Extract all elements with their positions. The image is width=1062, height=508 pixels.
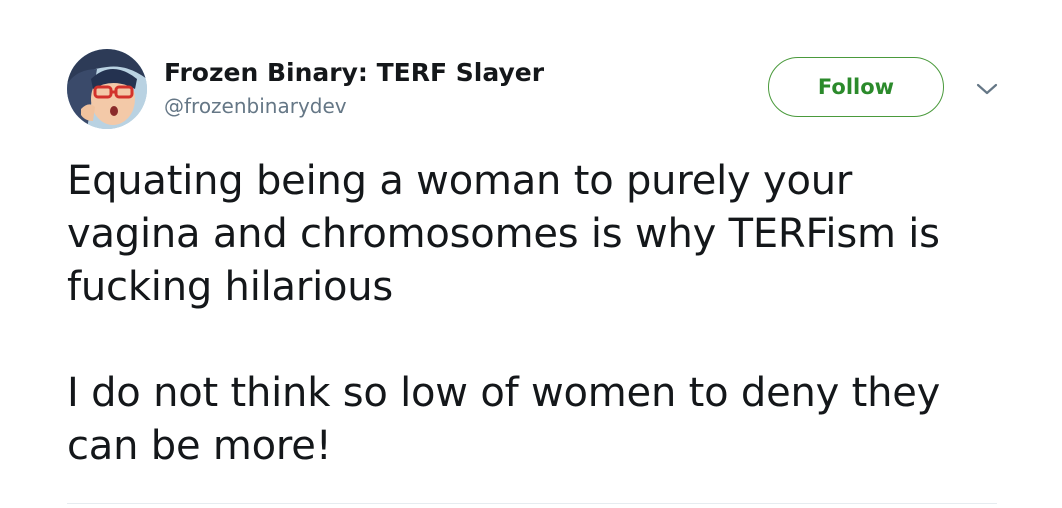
tweet-text: Equating being a woman to purely your va… [67,155,1027,473]
tweet-line: Equating being a woman to purely your [67,158,853,204]
tweet-card: Frozen Binary: TERF Slayer @frozenbinary… [0,0,1062,508]
tweet-line: fucking hilarious [67,264,394,310]
avatar[interactable] [67,49,147,129]
author-display-name[interactable]: Frozen Binary: TERF Slayer [164,57,544,89]
follow-button[interactable]: Follow [768,57,944,117]
divider [67,503,997,504]
author-handle[interactable]: @frozenbinarydev [164,93,347,119]
avatar-image [67,49,147,129]
more-options-button[interactable] [972,78,1002,100]
tweet-line: vagina and chromosomes is why TERFism is [67,211,940,257]
tweet-line: can be more! [67,423,332,469]
tweet-line: I do not think so low of women to deny t… [67,370,941,416]
chevron-down-icon [976,83,998,95]
